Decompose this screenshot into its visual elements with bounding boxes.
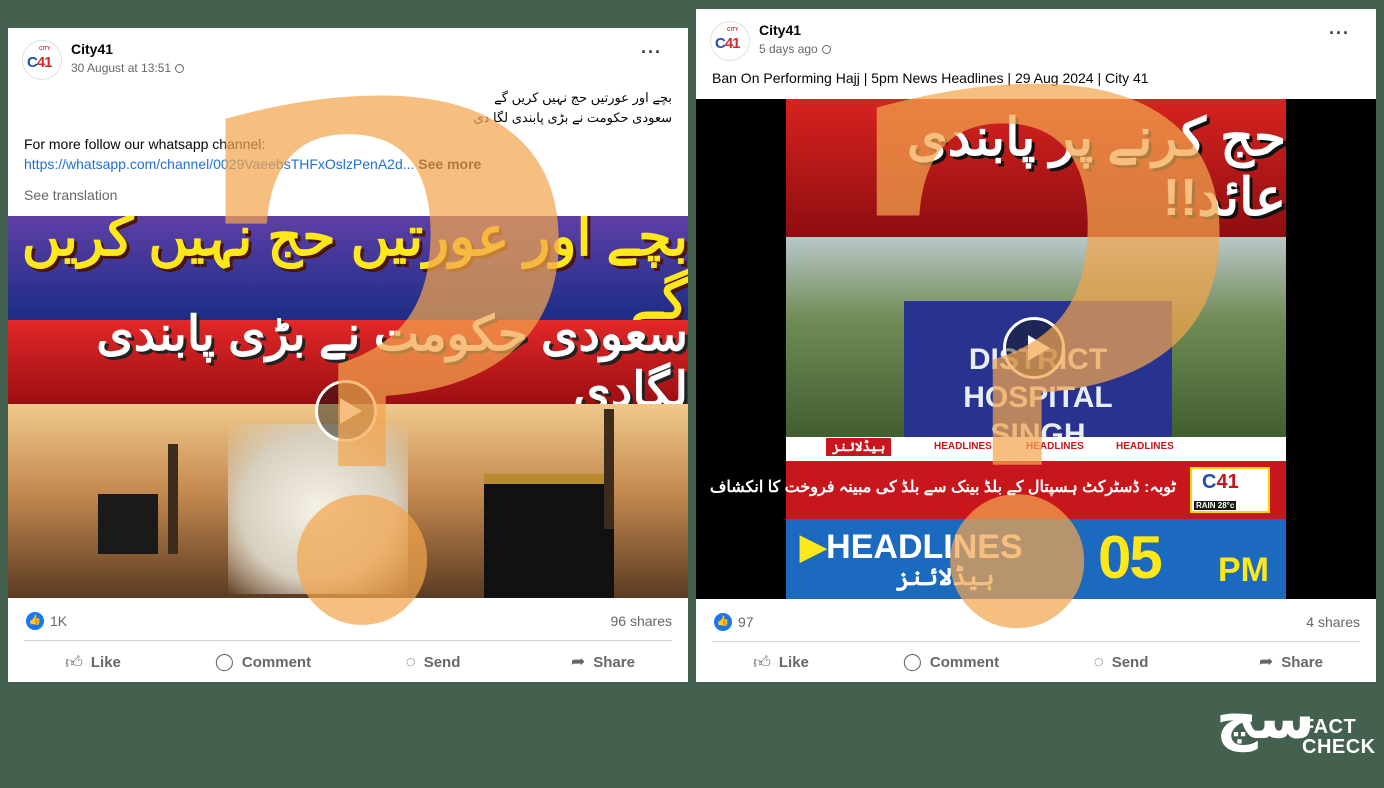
channel-logo-box: C41 RAIN 28°c [1190,467,1270,513]
like-reaction-icon: 👍 [26,612,44,630]
more-options-icon[interactable]: ··· [641,42,662,63]
post-actions: 👍︎ Like ◯ Comment ◌ Send ➦ Share [696,642,1376,682]
headlines-urdu: ہیڈلائنز [896,564,995,591]
play-icon[interactable] [1003,317,1065,379]
badge-logo-glyph: سچ [1216,684,1315,752]
post-text-urdu-2: سعودی حکومت نے بڑی پابندی لگا دی [473,110,672,125]
post-stats: 👍 97 4 shares [696,603,1376,639]
facebook-post-2: CITY C41 City41 5 days ago ··· Ban On Pe… [696,9,1376,682]
video-title-urdu: حج کرنے پر پابندی عائد!! [786,99,1286,237]
share-icon: ➦ [1259,652,1274,671]
post-text-urdu-1: بچے اور عورتیں حج نہیں کریں گے [494,90,672,105]
see-translation-button[interactable]: See translation [24,187,117,203]
page-name[interactable]: City41 [71,41,113,57]
like-count[interactable]: 1K [50,613,67,629]
video-player[interactable]: حج کرنے پر پابندی عائد!! DISTRICT HOSPIT… [696,99,1376,599]
play-icon[interactable] [315,380,377,442]
rain-indicator: RAIN 28°c [1194,501,1237,510]
ticker-repeat-3: HEADLINES [1116,441,1174,452]
share-icon: ➦ [571,652,586,671]
post-timestamp[interactable]: 30 August at 13:51 [71,61,185,75]
kaaba-shape-right [484,474,614,598]
comment-button[interactable]: ◯ Comment [178,642,348,682]
minaret-left [168,444,178,554]
like-button[interactable]: 👍︎ Like [8,642,178,682]
share-button[interactable]: ➦ Share [518,642,688,682]
headlines-word: ▶HEADLINES [800,528,1023,566]
thumbs-up-icon: 👍︎ [65,652,83,672]
globe-icon [175,64,185,73]
pilgrims-crowd [228,424,408,594]
divider [24,640,672,641]
kaaba-shape-left [98,494,158,554]
ticker-label: ہیڈلائنز [826,438,892,456]
see-more-button[interactable]: See more [418,156,481,172]
follow-text: For more follow our whatsapp channel: [24,136,266,152]
like-count[interactable]: 97 [738,614,754,630]
send-button[interactable]: ◌ Send [1036,642,1206,682]
ticker-text: ٹوبہ: ڈسٹرکٹ ہسپتال کے بلڈ بینک سے بلڈ ک… [709,479,1176,496]
comment-button[interactable]: ◯ Comment [866,642,1036,682]
video-thumbnail[interactable]: بچے اور عورتیں حج نہیں کریں گے سعودی حکو… [8,216,688,598]
badge-check: CHECK [1302,736,1376,758]
logo-small-text: CITY [39,46,51,52]
send-button[interactable]: ◌ Send [348,642,518,682]
post-header: CITY C41 City41 5 days ago ··· [696,9,1376,69]
post-actions: 👍︎ Like ◯ Comment ◌ Send ➦ Share [8,642,688,682]
more-options-icon[interactable]: ··· [1329,23,1350,44]
share-button[interactable]: ➦ Share [1206,642,1376,682]
whatsapp-link[interactable]: https://whatsapp.com/channel/0029VaeebsT… [24,156,414,172]
share-count[interactable]: 96 shares [611,613,672,629]
headline-time: 05 [1098,524,1163,591]
messenger-icon: ◌ [405,652,416,671]
ticker-top-strip: ہیڈلائنز HEADLINES HEADLINES HEADLINES [786,437,1286,461]
logo-small-text: CITY [727,27,739,33]
comment-icon: ◯ [214,652,234,671]
post-timestamp[interactable]: 5 days ago [759,42,831,56]
page-name[interactable]: City41 [759,22,801,38]
page-avatar[interactable]: CITY C41 [710,21,750,61]
globe-icon [821,45,831,54]
headline-time-pm: PM [1218,551,1269,589]
post-caption: Ban On Performing Hajj | 5pm News Headli… [712,70,1149,86]
post-header: CITY C41 City41 30 August at 13:51 ··· [8,28,688,88]
post-link-line: https://whatsapp.com/channel/0029VaeebsT… [24,156,481,172]
comment-icon: ◯ [902,652,922,671]
fact-check-badge: سچ FACT CHECK [1216,684,1376,758]
ticker-repeat-1: HEADLINES [934,441,992,452]
share-count[interactable]: 4 shares [1306,614,1360,630]
channel-logo: C41 [1202,471,1239,493]
like-button[interactable]: 👍︎ Like [696,642,866,682]
page-avatar[interactable]: CITY C41 [22,40,62,80]
city41-logo: C41 [715,35,741,52]
facebook-post-1: CITY C41 City41 30 August at 13:51 ··· ب… [8,28,688,682]
messenger-icon: ◌ [1093,652,1104,671]
thumbnail-headline-1: بچے اور عورتیں حج نہیں کریں گے [8,216,688,330]
city41-logo: C41 [27,54,53,71]
minaret-right [604,409,614,529]
headlines-banner: ▶HEADLINES ہیڈلائنز 05 PM [786,519,1286,599]
like-reaction-icon: 👍 [714,613,732,631]
thumbs-up-icon: 👍︎ [753,652,771,672]
ticker-bar: ٹوبہ: ڈسٹرکٹ ہسپتال کے بلڈ بینک سے بلڈ ک… [710,461,1286,519]
ticker-repeat-2: HEADLINES [1026,441,1084,452]
post-stats: 👍 1K 96 shares [8,602,688,638]
